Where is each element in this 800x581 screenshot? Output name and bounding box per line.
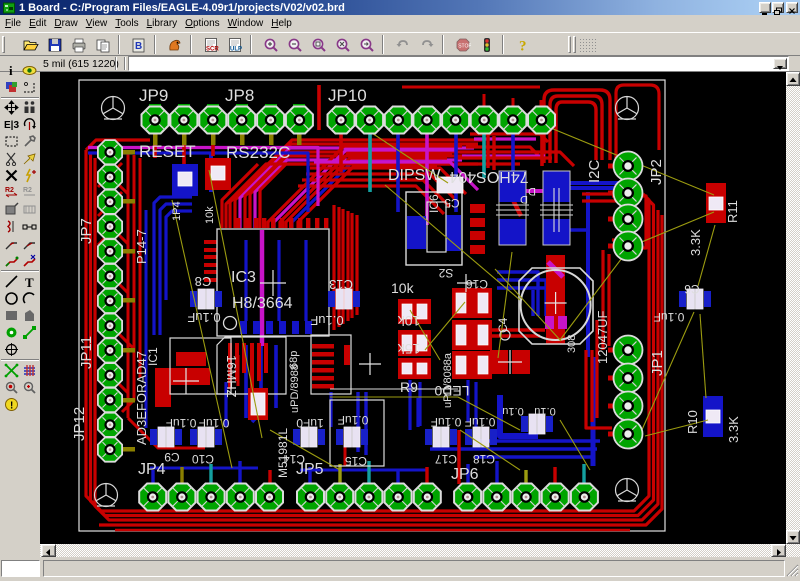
svg-text:C8: C8 bbox=[195, 274, 212, 289]
svg-text:C4: C4 bbox=[496, 317, 510, 333]
svg-text:JP10: JP10 bbox=[328, 86, 367, 105]
svg-text:3.3K: 3.3K bbox=[688, 229, 703, 256]
svg-text:JP1: JP1 bbox=[649, 350, 666, 376]
svg-text:ULP: ULP bbox=[230, 47, 242, 53]
svg-text:H8/3664: H8/3664 bbox=[232, 295, 293, 312]
svg-text:I2C: I2C bbox=[586, 159, 603, 183]
svg-text:JP12: JP12 bbox=[71, 407, 88, 441]
svg-text:1uF0: 1uF0 bbox=[296, 416, 324, 430]
svg-text:STOP: STOP bbox=[458, 44, 471, 50]
svg-text:IC3: IC3 bbox=[231, 269, 256, 286]
svg-text:R2: R2 bbox=[5, 187, 14, 194]
svg-text:JP8: JP8 bbox=[225, 86, 254, 105]
svg-text:3.3K: 3.3K bbox=[726, 416, 741, 443]
svg-text:16MHZ: 16MHZ bbox=[224, 355, 239, 398]
svg-text:C5: C5 bbox=[444, 196, 460, 210]
svg-text:R9: R9 bbox=[400, 379, 418, 395]
svg-text:12047UF: 12047UF bbox=[595, 310, 610, 364]
svg-text:uPD/8988: uPD/8988 bbox=[289, 364, 301, 413]
svg-text:P14-7: P14-7 bbox=[134, 229, 149, 264]
svg-text:C9: C9 bbox=[164, 450, 180, 464]
svg-text:0.1uF: 0.1uF bbox=[199, 416, 230, 430]
svg-text:10k: 10k bbox=[397, 313, 421, 329]
svg-text:0.1uF: 0.1uF bbox=[654, 310, 685, 324]
svg-text:JP5: JP5 bbox=[296, 461, 324, 478]
svg-text:0.1uF: 0.1uF bbox=[338, 413, 369, 427]
svg-text:C16: C16 bbox=[466, 277, 488, 291]
svg-text:D: D bbox=[528, 185, 536, 197]
svg-text:R10: R10 bbox=[685, 410, 700, 434]
svg-text:308: 308 bbox=[566, 335, 578, 353]
svg-text:IC1: IC1 bbox=[146, 347, 160, 366]
svg-text:C13: C13 bbox=[329, 277, 353, 292]
svg-text:E|3: E|3 bbox=[4, 120, 19, 131]
svg-text:!: ! bbox=[10, 400, 13, 411]
svg-text:15k: 15k bbox=[397, 341, 421, 357]
svg-text:C6: C6 bbox=[684, 282, 700, 296]
svg-text:C17: C17 bbox=[435, 452, 457, 466]
svg-text:0.1u: 0.1u bbox=[502, 405, 523, 417]
svg-text:0.1u: 0.1u bbox=[534, 405, 555, 417]
svg-text:IC6: IC6 bbox=[427, 194, 441, 213]
svg-text:JP7: JP7 bbox=[78, 218, 95, 244]
svg-text:RESET: RESET bbox=[139, 142, 196, 161]
svg-text:DIPSW: DIPSW bbox=[388, 167, 441, 184]
svg-text:T: T bbox=[25, 275, 34, 289]
svg-text:C15: C15 bbox=[345, 454, 367, 468]
svg-text:i: i bbox=[9, 63, 13, 78]
svg-text:C10: C10 bbox=[192, 452, 214, 466]
svg-text:0.1uF: 0.1uF bbox=[310, 313, 343, 328]
svg-text:B: B bbox=[135, 41, 142, 52]
svg-text:74HOS404: 74HOS404 bbox=[449, 168, 528, 185]
svg-text:1P4: 1P4 bbox=[171, 201, 183, 221]
svg-text:0.1uF: 0.1uF bbox=[166, 416, 197, 430]
svg-text:M51981L: M51981L bbox=[276, 428, 290, 478]
svg-text:10k: 10k bbox=[204, 206, 216, 224]
svg-text:68p: 68p bbox=[288, 351, 300, 369]
svg-text:10k: 10k bbox=[391, 280, 415, 296]
svg-text:JP4: JP4 bbox=[138, 461, 166, 478]
svg-text:R11: R11 bbox=[725, 200, 740, 223]
svg-text:0.1uF: 0.1uF bbox=[431, 415, 462, 429]
svg-text:?: ? bbox=[519, 39, 527, 54]
svg-text:JP9: JP9 bbox=[139, 86, 168, 105]
svg-text:SCR: SCR bbox=[206, 47, 219, 53]
svg-text:S2: S2 bbox=[438, 266, 453, 280]
svg-text:R2: R2 bbox=[23, 187, 32, 194]
svg-text:JP6: JP6 bbox=[451, 466, 479, 483]
svg-text:0.1uF: 0.1uF bbox=[187, 310, 220, 325]
svg-text:0.1uF: 0.1uF bbox=[465, 415, 496, 429]
svg-text:C18: C18 bbox=[473, 452, 495, 466]
svg-text:JP2: JP2 bbox=[648, 159, 665, 185]
svg-text:uPD/8088a: uPD/8088a bbox=[442, 352, 454, 408]
svg-text:JP11: JP11 bbox=[78, 336, 95, 369]
svg-text:D: D bbox=[520, 193, 528, 205]
svg-text:RS232C: RS232C bbox=[226, 143, 290, 162]
